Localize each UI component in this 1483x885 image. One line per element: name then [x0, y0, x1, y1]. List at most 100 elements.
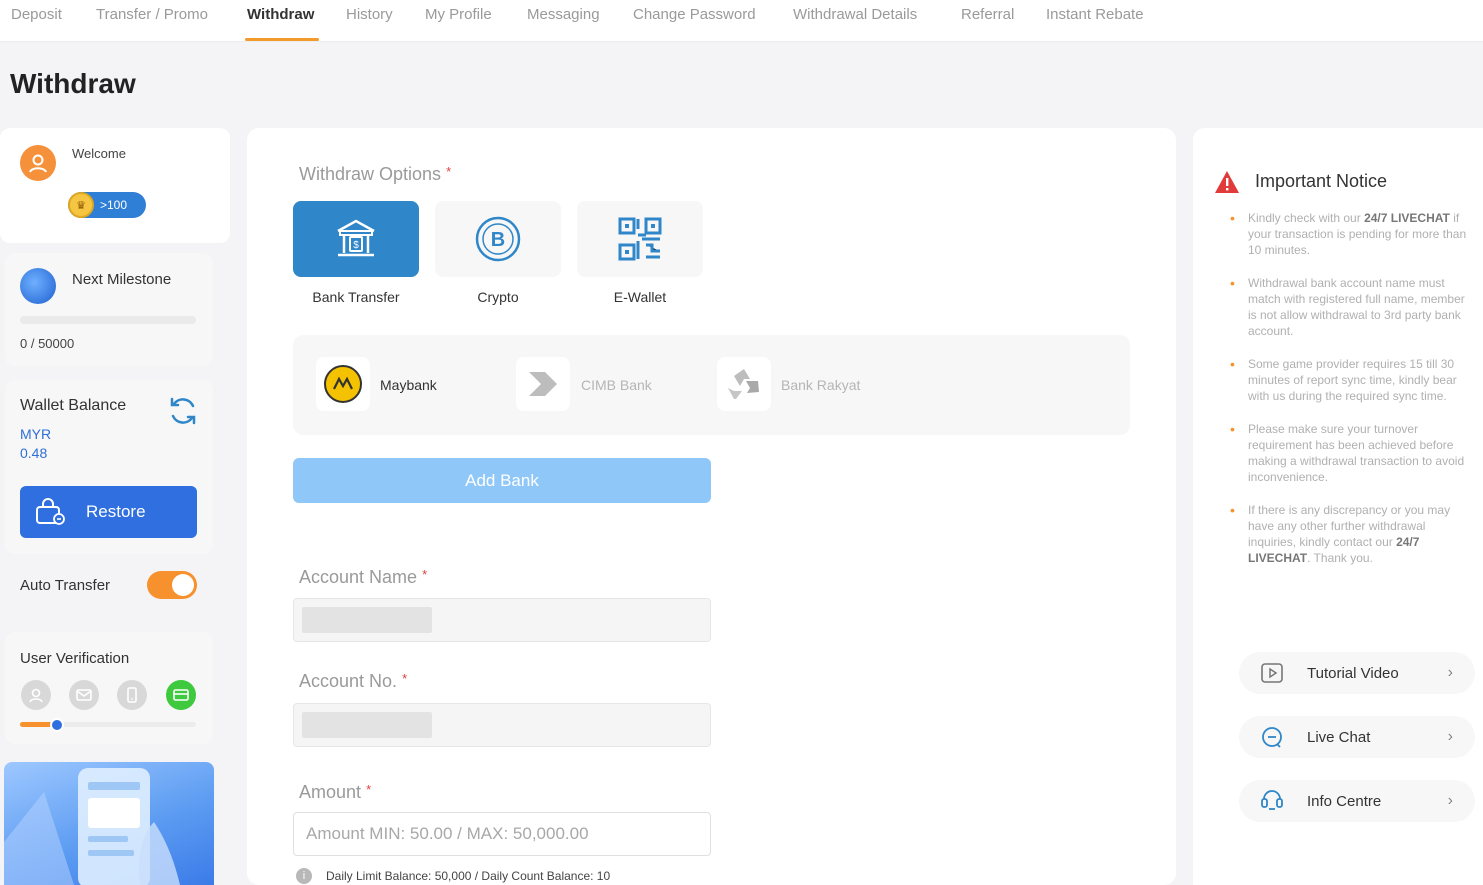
avatar[interactable] [20, 145, 56, 181]
notice-item: Kindly check with our 24/7 LIVECHAT if y… [1230, 210, 1475, 258]
option-e-wallet-label: E-Wallet [613, 289, 667, 305]
user-verification-label: User Verification [20, 650, 130, 667]
promo-banner[interactable] [4, 762, 214, 885]
notice-text: . Thank you. [1307, 551, 1373, 565]
bank-rakyat[interactable] [717, 357, 771, 411]
daily-limit-text: Daily Limit Balance: 50,000 / Daily Coun… [326, 869, 611, 883]
notice-title: Important Notice [1255, 171, 1388, 191]
vip-badge[interactable]: ♛ >100 [68, 192, 146, 218]
tab-history[interactable]: History [346, 6, 393, 23]
restore-icon [36, 498, 65, 525]
tab-change-password[interactable]: Change Password [633, 6, 756, 23]
live-chat-label: Live Chat [1307, 728, 1371, 746]
milestone-progress-bar [20, 316, 196, 324]
page-title: Withdraw [10, 68, 136, 99]
info-centre-button[interactable]: Info Centre › [1239, 780, 1475, 822]
amount-label: Amount * [299, 782, 371, 803]
tab-withdraw[interactable]: Withdraw [247, 6, 314, 23]
tab-transfer-promo[interactable]: Transfer / Promo [96, 6, 208, 23]
chevron-right-icon: › [1447, 728, 1453, 745]
info-centre-label: Info Centre [1307, 792, 1382, 810]
wallet-amount: 0.48 [20, 445, 48, 461]
auto-transfer-toggle[interactable] [147, 571, 197, 599]
notice-text: Please make sure your turnover requireme… [1248, 422, 1465, 484]
bank-cimb-name[interactable]: CIMB Bank [581, 377, 652, 393]
bank-verify-icon[interactable] [166, 680, 196, 710]
account-no-value-masked [302, 712, 432, 738]
option-e-wallet[interactable] [577, 201, 703, 277]
required-mark: * [402, 671, 408, 686]
active-tab-indicator [245, 38, 319, 41]
required-mark: * [422, 567, 428, 582]
account-no-text: Account No. [299, 671, 398, 691]
account-no-field[interactable] [293, 703, 711, 747]
toggle-knob [172, 574, 194, 596]
option-bank-transfer-label: Bank Transfer [312, 289, 400, 305]
required-mark: * [446, 164, 452, 179]
phone-verify-icon[interactable] [117, 680, 147, 710]
info-centre-icon [1259, 788, 1285, 814]
tutorial-video-button[interactable]: Tutorial Video › [1239, 652, 1475, 694]
notice-item: Withdrawal bank account name must match … [1230, 275, 1475, 339]
account-no-label: Account No. * [299, 671, 407, 692]
bank-rakyat-logo-icon [728, 369, 759, 399]
account-name-text: Account Name [299, 567, 418, 587]
crown-icon: ♛ [68, 192, 94, 218]
maybank-logo-icon [324, 365, 362, 403]
tutorial-video-label: Tutorial Video [1307, 664, 1399, 682]
wallet-balance-label: Wallet Balance [20, 397, 127, 414]
notice-text: Some game provider requires 15 till 30 m… [1248, 357, 1457, 403]
restore-label: Restore [86, 502, 146, 521]
chevron-right-icon: › [1447, 664, 1453, 681]
bank-cimb[interactable] [516, 357, 570, 411]
tab-my-profile[interactable]: My Profile [425, 6, 492, 23]
amount-text: Amount [299, 782, 362, 802]
promo-illustration-icon [4, 768, 180, 885]
verification-progress-dot [50, 718, 64, 732]
notice-text: If there is any discrepancy or you may h… [1248, 503, 1451, 549]
tab-withdrawal-details[interactable]: Withdrawal Details [793, 6, 917, 23]
tab-instant-rebate[interactable]: Instant Rebate [1046, 6, 1144, 23]
bank-maybank[interactable] [316, 357, 370, 411]
notice-item: If there is any discrepancy or you may h… [1230, 502, 1475, 566]
vip-level: >100 [100, 198, 128, 212]
bank-rakyat-name[interactable]: Bank Rakyat [781, 377, 860, 393]
withdraw-options-text: Withdraw Options [299, 164, 442, 184]
welcome-text: Welcome [72, 146, 126, 161]
account-name-field[interactable] [293, 598, 711, 642]
cimb-logo-icon [529, 372, 557, 396]
qr-code-icon [618, 217, 662, 261]
profile-verify-icon[interactable] [21, 680, 51, 710]
milestone-label: Next Milestone [72, 271, 172, 288]
account-name-label: Account Name * [299, 567, 427, 588]
amount-input[interactable] [293, 812, 711, 856]
bank-icon: $ [337, 219, 375, 257]
user-icon [29, 154, 47, 173]
restore-button[interactable]: Restore [20, 486, 197, 538]
refresh-icon[interactable] [166, 394, 200, 428]
email-verify-icon[interactable] [69, 680, 99, 710]
notice-text: Kindly check with our [1248, 211, 1365, 225]
wallet-currency: MYR [20, 426, 52, 442]
add-bank-button[interactable]: Add Bank [293, 458, 711, 503]
required-mark: * [366, 782, 372, 797]
option-crypto[interactable]: B [435, 201, 561, 277]
bank-maybank-name[interactable]: Maybank [380, 377, 437, 393]
account-name-value-masked [302, 607, 432, 633]
warning-icon [1215, 171, 1239, 193]
bitcoin-icon: B [475, 216, 521, 262]
notice-list: Kindly check with our 24/7 LIVECHAT if y… [1230, 210, 1475, 583]
svg-text:B: B [491, 229, 505, 251]
notice-item: Please make sure your turnover requireme… [1230, 421, 1475, 485]
tab-messaging[interactable]: Messaging [527, 6, 600, 23]
tab-deposit[interactable]: Deposit [11, 6, 62, 23]
auto-transfer-label: Auto Transfer [20, 577, 111, 594]
notice-highlight: 24/7 LIVECHAT [1364, 211, 1450, 225]
verification-progress-bar [20, 722, 196, 727]
info-icon: i [296, 868, 312, 884]
option-bank-transfer[interactable]: $ [293, 201, 419, 277]
milestone-icon [20, 268, 56, 304]
live-chat-button[interactable]: Live Chat › [1239, 716, 1475, 758]
tab-referral[interactable]: Referral [961, 6, 1014, 23]
withdraw-options-label: Withdraw Options * [299, 164, 451, 185]
